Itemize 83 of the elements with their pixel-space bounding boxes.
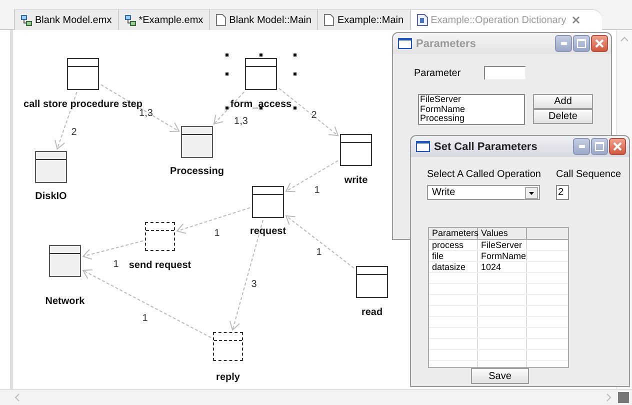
column-header[interactable]: Parameters [429, 228, 478, 239]
column-header[interactable]: Values [478, 228, 527, 239]
dialog-button[interactable]: Add [533, 94, 593, 109]
operation-dropdown[interactable]: Write [427, 185, 540, 200]
minimize-button[interactable] [573, 138, 590, 155]
edge-label: 1 [316, 247, 322, 258]
dialog-button[interactable]: Delete [533, 109, 593, 124]
minimize-icon [578, 145, 584, 148]
table-cell: 1024 [478, 262, 527, 272]
field-label: Select A Called Operation [427, 169, 541, 180]
list-item[interactable]: FormName [420, 104, 524, 114]
class-node[interactable] [340, 134, 372, 166]
class-node[interactable] [145, 222, 175, 251]
document-icon [416, 14, 428, 26]
dropdown-caret-icon [525, 186, 538, 198]
table-cell: FileServer [478, 240, 527, 250]
minimize-button[interactable] [555, 35, 572, 52]
close-icon [595, 39, 604, 48]
class-node[interactable] [213, 332, 243, 361]
class-node[interactable] [49, 245, 81, 277]
dependency-arrow [285, 160, 338, 192]
maximize-button[interactable] [573, 35, 590, 52]
close-button[interactable] [591, 35, 608, 52]
edge-label: 1 [214, 228, 220, 239]
class-node[interactable] [252, 186, 284, 218]
node-label: read [361, 307, 383, 318]
edge-label: 2 [71, 127, 77, 138]
class-node[interactable] [67, 58, 99, 90]
table-cell: datasize [429, 262, 478, 272]
node-label: Processing [170, 166, 224, 177]
node-label: Network [45, 296, 85, 307]
class-node[interactable] [245, 58, 277, 90]
node-label: send request [128, 260, 192, 271]
dependency-arrow [82, 240, 144, 260]
editor-tab[interactable]: Blank Model::Main [209, 9, 318, 30]
node-label: write [344, 175, 368, 186]
node-label: form_access [230, 99, 292, 110]
parameter-field[interactable] [484, 66, 526, 80]
editor-tab[interactable]: *Example.emx [118, 9, 210, 30]
list-item[interactable]: FileServer [420, 95, 524, 104]
diagram-icon [124, 14, 136, 26]
edge-label: 1,3 [139, 108, 153, 119]
editor-tab[interactable]: Example::Main [317, 9, 410, 30]
class-node[interactable] [35, 151, 67, 183]
document-icon [324, 14, 334, 26]
node-label: reply [216, 372, 240, 383]
list-item[interactable]: Processing [420, 114, 524, 124]
save-button[interactable]: Save [471, 368, 529, 384]
minimize-icon [560, 42, 566, 45]
parameter-list[interactable]: FileServer FormName Processing [418, 94, 525, 125]
maximize-button[interactable] [591, 138, 608, 155]
field-label: Call Sequence [556, 169, 622, 180]
resize-corner [618, 392, 629, 403]
edge-label: 2 [311, 110, 317, 121]
edge-label: 1 [113, 259, 119, 270]
maximize-icon [595, 142, 604, 151]
class-node[interactable] [181, 126, 213, 158]
table-cell: process [429, 240, 478, 250]
window-title: Parameters [416, 38, 477, 50]
sequence-field[interactable]: 2 [556, 185, 569, 200]
node-label: DiskIO [35, 191, 67, 202]
edge-label: 1 [314, 185, 320, 196]
table-cell: FormName [478, 251, 527, 261]
field-label: Parameter [414, 68, 461, 78]
dependency-arrow [285, 215, 354, 269]
editor-tab[interactable]: Blank Model.emx [14, 9, 118, 30]
window-icon [398, 38, 412, 49]
close-icon [613, 142, 622, 151]
class-node[interactable] [356, 266, 388, 298]
edge-label: 1 [142, 313, 148, 324]
table-cell: file [429, 251, 478, 261]
window-icon [416, 141, 430, 152]
diagram-icon [21, 14, 32, 26]
window-title: Set Call Parameters [434, 140, 538, 152]
document-icon [216, 14, 226, 26]
edge-label: 3 [251, 279, 257, 290]
edge-label: 1,3 [234, 116, 248, 127]
close-icon[interactable] [572, 16, 580, 24]
node-label: call store procedure step [24, 99, 142, 110]
maximize-icon [577, 39, 586, 48]
node-label: request [250, 226, 286, 237]
selection-handles[interactable] [226, 54, 296, 110]
close-button[interactable] [609, 138, 626, 155]
